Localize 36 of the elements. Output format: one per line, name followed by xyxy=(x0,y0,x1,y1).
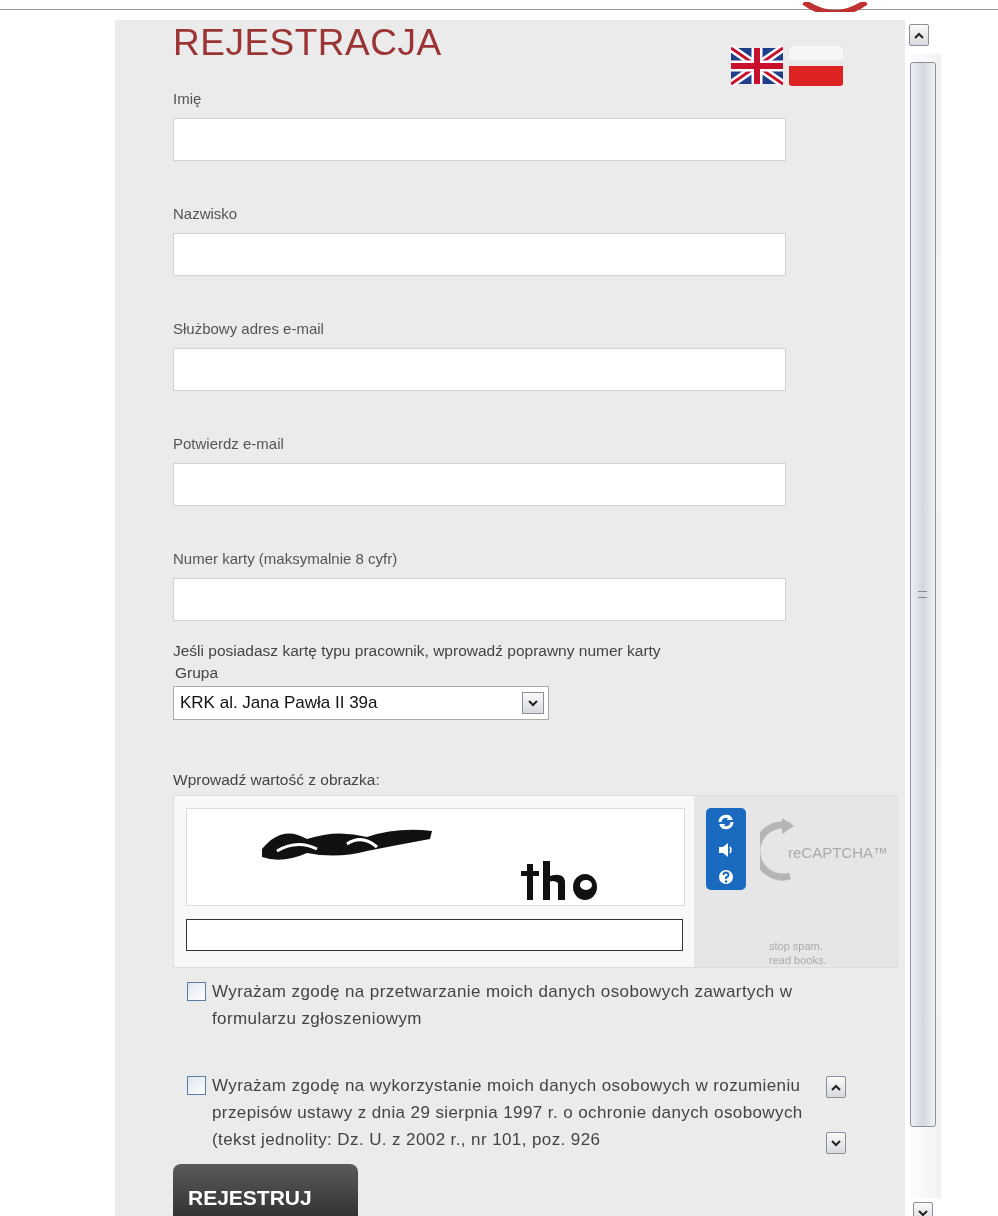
refresh-icon[interactable] xyxy=(717,813,735,832)
field-label: Numer karty (maksymalnie 8 cyfr) xyxy=(173,550,399,567)
field-label: Imię xyxy=(173,90,203,107)
captcha-slogan: stop spam. read books. xyxy=(769,939,828,967)
consent-text: Wyrażam zgodę na przetwarzanie moich danych osobowych zawartych w formularzu zgłoszeniowym xyxy=(212,981,793,1030)
chevron-down-icon xyxy=(528,699,538,707)
page-title: REJESTRACJA xyxy=(173,21,442,64)
input-field[interactable] xyxy=(173,463,786,506)
hint-text: Jeśli posiadasz kartę typu pracownik, wprowadź poprawny numer karty xyxy=(173,642,662,660)
scroll-up-button[interactable] xyxy=(908,24,929,46)
input-field[interactable] xyxy=(173,348,786,391)
register-button[interactable]: REJESTRUJ xyxy=(173,1164,358,1216)
captcha-answer-field[interactable] xyxy=(186,919,683,951)
chevron-up-icon xyxy=(913,31,924,39)
field-label: Potwierdz e-mail xyxy=(173,435,285,452)
field-label: Służbowy adres e-mail xyxy=(173,320,325,337)
consent-text: Wyrażam zgodę na wykorzystanie moich danych osobowych w rozumieniu przepisów ustawy z dnia 29 sierpnia 1997 r. o ochronie danych osobowych (tekst jednolity: Dz. U. z 2002 r., nr 101, poz. 926 xyxy=(212,1075,804,1151)
input-field[interactable] xyxy=(173,578,786,621)
field-label: Wprowadź wartość z obrazka: xyxy=(173,771,381,789)
consent-checkbox[interactable] xyxy=(187,982,206,1001)
consent-checkbox[interactable] xyxy=(187,1076,206,1095)
input-field[interactable] xyxy=(173,118,786,161)
speaker-icon[interactable] xyxy=(717,842,735,858)
scroll-up-button[interactable] xyxy=(826,1076,846,1098)
chevron-down-icon xyxy=(831,1139,841,1147)
recaptcha-logo-text: reCAPTCHA™ xyxy=(788,844,888,861)
scroll-down-button[interactable] xyxy=(826,1132,846,1154)
group-dropdown[interactable]: KRK al. Jana Pawła II 39a xyxy=(173,686,549,720)
chevron-down-icon xyxy=(917,1209,928,1216)
chevron-up-icon xyxy=(831,1083,841,1091)
field-label: Grupa xyxy=(175,664,220,682)
logo-icon xyxy=(800,2,870,12)
scrollbar-thumb[interactable] xyxy=(909,62,936,1127)
help-icon[interactable] xyxy=(718,868,734,885)
input-field[interactable] xyxy=(173,233,786,276)
field-label: Nazwisko xyxy=(173,205,239,222)
